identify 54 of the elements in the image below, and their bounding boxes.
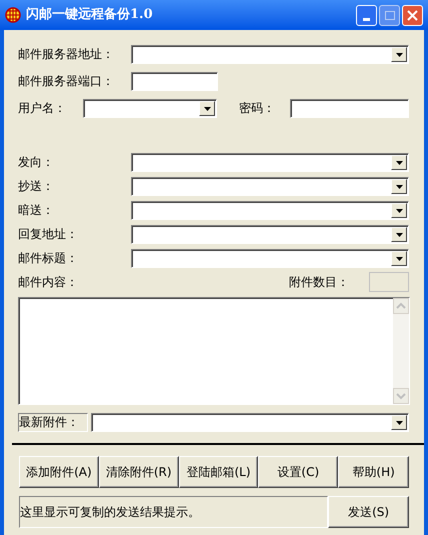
dropdown-button[interactable] <box>391 415 407 430</box>
minimize-icon <box>363 18 370 20</box>
action-button[interactable]: 帮助(H) <box>338 456 409 488</box>
action-button[interactable]: 清除附件(R) <box>98 456 179 488</box>
caret-icon <box>396 256 402 260</box>
combo-box[interactable] <box>130 201 409 220</box>
field-label: 用户名： <box>18 100 67 117</box>
field-label: 抄送： <box>18 178 55 195</box>
field-label: 暗送： <box>18 202 55 219</box>
caret-icon <box>396 420 402 424</box>
dropdown-button[interactable] <box>391 251 407 266</box>
combo-box[interactable] <box>130 249 409 268</box>
globe-icon <box>5 7 21 23</box>
field-label: 最新附件： <box>18 413 88 432</box>
field-label: 邮件标题： <box>18 250 79 267</box>
maximize-icon <box>384 10 394 20</box>
caret-icon <box>396 52 402 56</box>
input-field[interactable] <box>290 99 409 118</box>
message-textarea[interactable] <box>18 297 410 405</box>
combo-box[interactable] <box>82 99 218 118</box>
action-button[interactable]: 登陆邮箱(L) <box>178 456 258 488</box>
caret-icon <box>204 106 211 110</box>
field-label: 密码： <box>239 100 276 117</box>
status-field: 这里显示可复制的发送结果提示。 <box>19 496 328 528</box>
combo-box[interactable] <box>130 225 409 244</box>
dropdown-button[interactable] <box>391 155 407 170</box>
close-button[interactable] <box>402 4 423 26</box>
close-icon <box>407 10 418 20</box>
field-label: 附件数目： <box>289 274 350 290</box>
input-field[interactable] <box>131 72 218 91</box>
field-label: 邮件内容： <box>18 274 79 290</box>
field-label: 邮件服务器地址： <box>18 46 115 63</box>
combo-box[interactable] <box>130 177 409 196</box>
dropdown-button[interactable] <box>391 47 407 62</box>
caret-icon <box>396 160 402 164</box>
dropdown-button[interactable] <box>391 227 407 242</box>
dropdown-button[interactable] <box>199 101 216 116</box>
dropdown-button[interactable] <box>391 203 407 218</box>
minimize-button[interactable] <box>356 4 377 26</box>
combo-box[interactable] <box>90 413 409 432</box>
action-button[interactable]: 设置(C) <box>258 456 338 488</box>
combo-box[interactable] <box>130 153 409 172</box>
count-field <box>369 272 409 292</box>
action-button[interactable]: 发送(S) <box>328 496 409 528</box>
combo-box[interactable] <box>130 45 409 64</box>
field-label: 发向： <box>18 154 55 171</box>
field-label: 回复地址： <box>18 226 79 243</box>
caret-icon <box>396 184 402 188</box>
field-label: 邮件服务器端口： <box>18 73 115 90</box>
dropdown-button[interactable] <box>391 179 407 194</box>
action-button[interactable]: 添加附件(A) <box>19 456 99 488</box>
window-title: 闪邮一键远程备份1.0 <box>26 6 153 24</box>
caret-icon <box>396 208 402 212</box>
caret-icon <box>396 232 402 236</box>
